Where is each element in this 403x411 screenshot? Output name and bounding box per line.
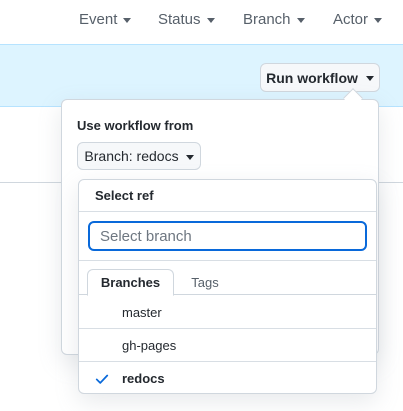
- branch-select-label: Branch: redocs: [84, 148, 179, 164]
- chevron-down-icon: [123, 18, 132, 23]
- branch-filter[interactable]: Branch: [243, 11, 305, 28]
- ref-item-label: redocs: [122, 371, 165, 386]
- chevron-down-icon: [185, 154, 194, 160]
- ref-item-label: master: [122, 304, 162, 320]
- ref-item-gh-pages[interactable]: gh-pages: [79, 329, 376, 362]
- tab-branches[interactable]: Branches: [87, 269, 174, 296]
- chevron-down-icon: [365, 76, 374, 81]
- filter-bar: Event Status Branch Actor: [0, 0, 403, 44]
- tab-branches-label: Branches: [100, 275, 161, 290]
- ref-list: master gh-pages redocs: [79, 296, 376, 393]
- dialog-title: Use workflow from: [77, 118, 194, 133]
- branch-filter-label: Branch: [243, 11, 291, 28]
- run-workflow-button[interactable]: Run workflow: [260, 63, 380, 92]
- tab-tags[interactable]: Tags: [185, 269, 225, 296]
- tab-tags-label: Tags: [191, 275, 219, 290]
- chevron-down-icon: [296, 18, 305, 23]
- status-filter[interactable]: Status: [158, 11, 215, 28]
- select-ref-header: Select ref: [79, 180, 376, 212]
- select-ref-panel: Select ref Branches Tags master gh-pages: [78, 179, 377, 394]
- event-filter-label: Event: [79, 11, 118, 28]
- branch-select-button[interactable]: Branch: redocs: [77, 142, 201, 170]
- check-icon: [95, 374, 109, 384]
- status-filter-label: Status: [158, 11, 201, 28]
- event-filter[interactable]: Event: [79, 11, 132, 28]
- chevron-down-icon: [206, 18, 215, 23]
- ref-tabs: Branches Tags: [79, 261, 376, 296]
- actor-filter[interactable]: Actor: [333, 11, 383, 28]
- run-workflow-label: Run workflow: [266, 69, 358, 86]
- select-ref-title: Select ref: [95, 188, 154, 203]
- branch-search-input[interactable]: [88, 221, 367, 251]
- workflow-page: Event Status Branch Actor Run workflow U…: [0, 0, 403, 411]
- ref-item-master[interactable]: master: [79, 296, 376, 329]
- ref-filter-area: [79, 212, 376, 261]
- ref-item-redocs[interactable]: redocs: [79, 362, 376, 393]
- ref-item-label: gh-pages: [122, 337, 177, 353]
- actor-filter-label: Actor: [333, 11, 369, 28]
- chevron-down-icon: [374, 18, 383, 23]
